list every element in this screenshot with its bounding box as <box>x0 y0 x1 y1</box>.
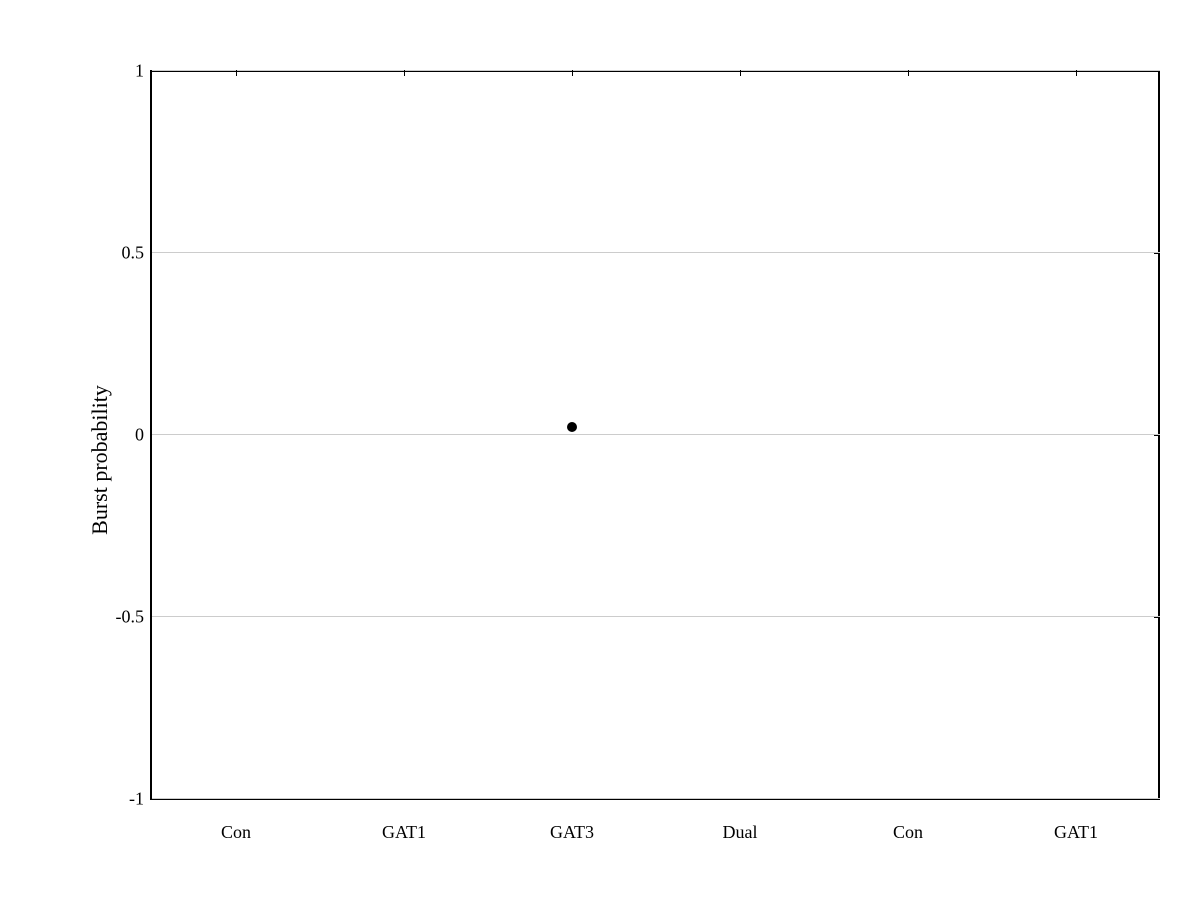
y-axis-label: Burst probability <box>87 385 113 535</box>
chart-wrapper: Burst probability 1 0.5 <box>80 50 1180 870</box>
right-tick-0-5 <box>1154 253 1160 254</box>
top-tick-gat1b <box>1076 70 1077 76</box>
top-tick-con1 <box>236 70 237 76</box>
y-gridline-neg1: -1 <box>152 798 1160 799</box>
y-label-0-5: 0.5 <box>122 243 153 264</box>
right-tick-0 <box>1154 435 1160 436</box>
x-label-gat3: GAT3 <box>550 822 594 843</box>
x-label-gat1b: GAT1 <box>1054 822 1098 843</box>
x-label-con1: Con <box>221 822 251 843</box>
y-gridline-neg0-5: -0.5 <box>152 616 1160 617</box>
top-tick-gat1 <box>404 70 405 76</box>
y-label-1: 1 <box>135 61 152 82</box>
x-label-dual: Dual <box>722 822 757 843</box>
x-label-gat1: GAT1 <box>382 822 426 843</box>
y-label-0: 0 <box>135 425 152 446</box>
y-gridline-0: 0 <box>152 434 1160 435</box>
data-point-gat3 <box>567 422 577 432</box>
plot-inner: 1 0.5 0 -0.5 <box>152 70 1160 798</box>
right-tick-neg1 <box>1154 799 1160 800</box>
y-label-neg0-5: -0.5 <box>116 607 153 628</box>
y-gridline-1: 1 <box>152 70 1160 71</box>
top-tick-dual <box>740 70 741 76</box>
right-tick-neg0-5 <box>1154 617 1160 618</box>
top-tick-gat3 <box>572 70 573 76</box>
y-gridline-0-5: 0.5 <box>152 252 1160 253</box>
right-tick-1 <box>1154 71 1160 72</box>
top-tick-con2 <box>908 70 909 76</box>
chart-container: Burst probability 1 0.5 <box>0 0 1200 900</box>
plot-area: 1 0.5 0 -0.5 <box>150 70 1160 800</box>
x-label-con2: Con <box>893 822 923 843</box>
y-label-neg1: -1 <box>129 789 152 810</box>
